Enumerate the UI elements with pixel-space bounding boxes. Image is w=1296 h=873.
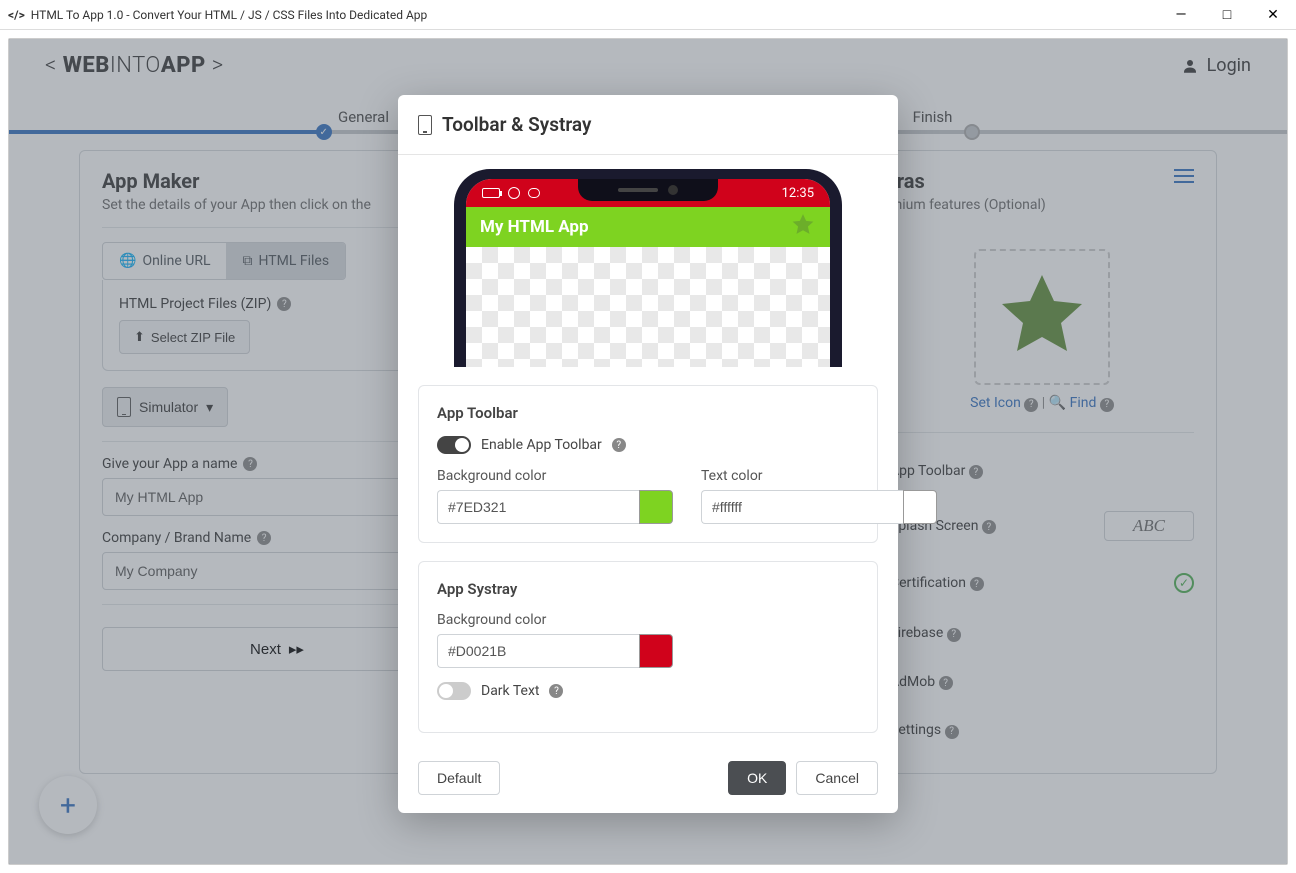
- card-title: App Systray: [437, 580, 859, 598]
- battery-icon: [482, 188, 500, 198]
- window-title: HTML To App 1.0 - Convert Your HTML / JS…: [31, 8, 427, 22]
- default-button[interactable]: Default: [418, 761, 500, 795]
- help-icon[interactable]: ?: [612, 438, 626, 452]
- app-icon: </>: [8, 8, 25, 22]
- toolbar-systray-modal: Toolbar & Systray 12:35: [398, 95, 898, 813]
- star-icon: [790, 212, 816, 243]
- phone-time: 12:35: [782, 186, 814, 201]
- cancel-button[interactable]: Cancel: [796, 761, 878, 795]
- globe-icon: [508, 187, 520, 199]
- card-title: App Toolbar: [437, 404, 859, 422]
- ok-button[interactable]: OK: [728, 761, 786, 795]
- help-icon[interactable]: ?: [549, 684, 563, 698]
- enable-toolbar-label: Enable App Toolbar: [481, 437, 602, 453]
- maximize-button[interactable]: □: [1204, 0, 1250, 30]
- phone-app-name: My HTML App: [480, 217, 589, 237]
- phone-preview: 12:35 My HTML App: [454, 169, 842, 367]
- dark-text-label: Dark Text: [481, 683, 539, 699]
- chat-icon: [528, 188, 540, 198]
- phone-toolbar: My HTML App: [466, 207, 830, 247]
- app-toolbar-card: App Toolbar Enable App Toolbar ? Backgro…: [418, 385, 878, 543]
- window-titlebar: </> HTML To App 1.0 - Convert Your HTML …: [0, 0, 1296, 30]
- toolbar-text-swatch[interactable]: [903, 490, 937, 524]
- dark-text-toggle[interactable]: [437, 682, 471, 700]
- enable-toolbar-toggle[interactable]: [437, 436, 471, 454]
- toolbar-bg-swatch[interactable]: [639, 490, 673, 524]
- toolbar-bg-input[interactable]: [437, 490, 639, 524]
- phone-content-area: [466, 247, 830, 367]
- toolbar-text-input[interactable]: [701, 490, 903, 524]
- modal-title: Toolbar & Systray: [442, 113, 591, 136]
- systray-bg-label: Background color: [437, 612, 673, 628]
- app-systray-card: App Systray Background color Dark Text: [418, 561, 878, 733]
- modal-overlay: Toolbar & Systray 12:35: [0, 30, 1296, 873]
- text-color-label: Text color: [701, 468, 937, 484]
- systray-bg-input[interactable]: [437, 634, 639, 668]
- bg-color-label: Background color: [437, 468, 673, 484]
- minimize-button[interactable]: —: [1158, 0, 1204, 30]
- phone-icon: [418, 115, 432, 135]
- systray-bg-swatch[interactable]: [639, 634, 673, 668]
- close-button[interactable]: ✕: [1250, 0, 1296, 30]
